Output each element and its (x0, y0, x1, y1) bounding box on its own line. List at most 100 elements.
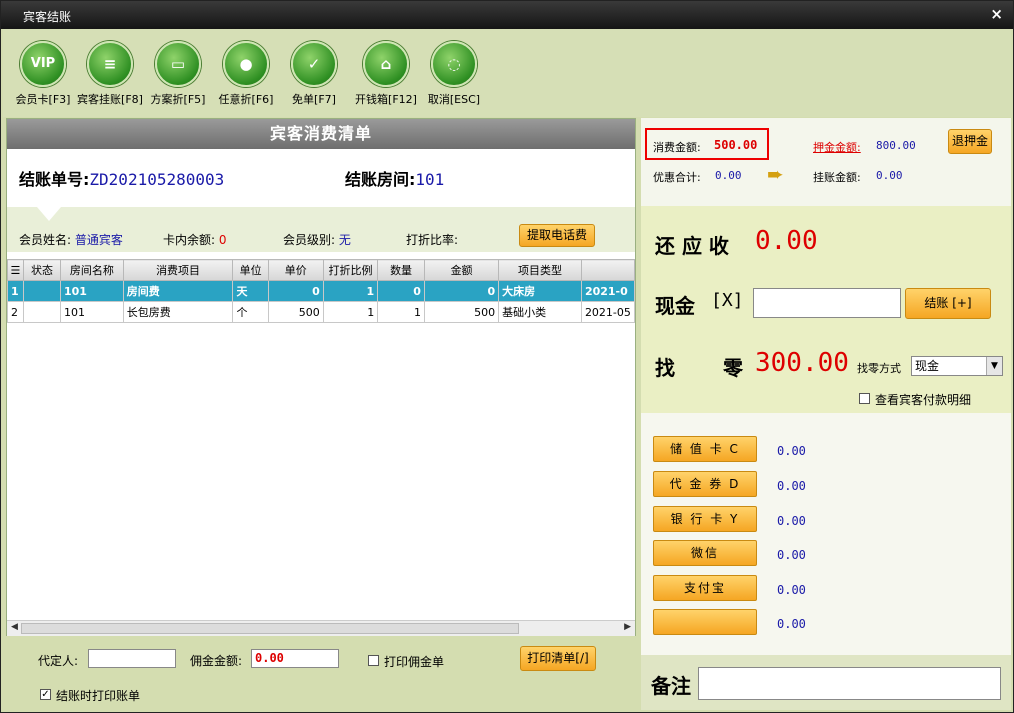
member-name-label: 会员姓名: (19, 233, 72, 247)
receivable-value: 0.00 (755, 226, 818, 256)
table-row[interactable]: 1 101 房间费 天 0 1 0 0 大床房 2021-0 (7, 280, 636, 302)
cash-drawer-icon: ⌂ (363, 41, 409, 87)
checkout-button[interactable]: 结账 [+] (905, 288, 991, 319)
member-name: 会员姓名: 普通宾客 (19, 231, 123, 248)
cash-input[interactable] (753, 288, 901, 318)
commission-input[interactable]: 0.00 (251, 649, 339, 668)
guest-ledger-icon: ≡ (87, 41, 133, 87)
row-selector-icon[interactable]: ☰ (7, 259, 24, 281)
checkout-room-value: 101 (415, 170, 445, 189)
settlement-panel: 消费金额: 500.00 押金金额: 800.00 退押金 优惠合计: 0.00… (641, 118, 1011, 710)
cancel-icon: ◌ (431, 41, 477, 87)
col-status[interactable]: 状态 (22, 259, 61, 281)
plan-discount-button[interactable]: ▭ 方案折[F5] (143, 41, 213, 107)
wechat-amount: 0.00 (777, 548, 806, 562)
cell-qty: 0 (377, 280, 425, 302)
ledger-amount-value: 0.00 (876, 169, 903, 182)
voucher-button[interactable]: 代 金 券 D (653, 471, 757, 497)
window-title: 宾客结账 (23, 10, 72, 24)
blank-payment-amount: 0.00 (777, 617, 806, 631)
scroll-right-icon[interactable]: ▶ (624, 622, 631, 632)
consumption-list-panel: 宾客消费清单 结账单号:ZD202105280003 结账房间:101 会员姓名… (6, 118, 636, 636)
member-info: 会员姓名: 普通宾客 卡内余额: 0 会员级别: 无 打折比率: 提取电话费 (7, 207, 635, 252)
guest-ledger-label: 宾客挂账[F8] (77, 93, 143, 106)
print-on-checkout-label: 结账时打印账单 (56, 689, 141, 703)
vip-card-button[interactable]: VIP 会员卡[F3] (8, 41, 78, 107)
col-amount[interactable]: 金额 (423, 259, 500, 281)
cash-drawer-label: 开钱箱[F12] (355, 93, 417, 106)
list-title: 宾客消费清单 (7, 119, 635, 149)
blank-payment-button[interactable] (653, 609, 757, 635)
change-value: 300.00 (755, 348, 849, 378)
cancel-label: 取消[ESC] (427, 93, 481, 106)
consume-amount-label: 消费金额: (653, 141, 701, 154)
bill-info-pointer (37, 207, 61, 221)
col-date[interactable] (580, 259, 636, 281)
cell-item: 房间费 (122, 280, 234, 302)
guest-ledger-button[interactable]: ≡ 宾客挂账[F8] (75, 41, 145, 107)
cell-room: 101 (59, 301, 124, 323)
remark-area: 备注 (641, 655, 1011, 710)
chevron-down-icon[interactable]: ▼ (986, 357, 1002, 375)
stored-value-card-button[interactable]: 储 值 卡 C (653, 436, 757, 462)
vip-card-label: 会员卡[F3] (15, 93, 71, 106)
any-discount-button[interactable]: ● 任意折[F6] (211, 41, 281, 107)
col-qty[interactable]: 数量 (377, 259, 425, 281)
free-bill-label: 免单[F7] (292, 93, 336, 106)
table-row[interactable]: 2 101 长包房费 个 500 1 1 500 基础小类 2021-05 (7, 301, 636, 323)
cell-item-type: 大床房 (498, 280, 582, 302)
print-on-checkout-checkbox[interactable]: ✓ (40, 689, 51, 700)
agent-input[interactable] (88, 649, 176, 668)
bank-card-button[interactable]: 银 行 卡 Y (653, 506, 757, 532)
vip-icon: VIP (20, 41, 66, 87)
col-price[interactable]: 单价 (267, 259, 324, 281)
cancel-button[interactable]: ◌ 取消[ESC] (419, 41, 489, 107)
card-balance-value: 0 (218, 233, 227, 247)
commission-label: 佣金金额: (190, 654, 243, 668)
consume-amount-value: 500.00 (714, 138, 758, 152)
ledger-amount-label: 挂账金额: (813, 171, 861, 184)
remark-input[interactable] (698, 667, 1001, 700)
col-item-type[interactable]: 项目类型 (498, 259, 582, 281)
alipay-button[interactable]: 支付宝 (653, 575, 757, 601)
phone-fee-button[interactable]: 提取电话费 (519, 224, 595, 247)
cell-amount: 0 (423, 280, 500, 302)
refund-deposit-button[interactable]: 退押金 (948, 129, 992, 154)
scroll-left-icon[interactable]: ◀ (11, 622, 18, 632)
bill-info: 结账单号:ZD202105280003 结账房间:101 (7, 149, 635, 207)
row-index: 1 (7, 280, 24, 302)
view-payment-detail-label: 查看宾客付款明细 (875, 393, 972, 407)
cell-item: 长包房费 (122, 301, 234, 323)
view-payment-detail-checkbox[interactable] (859, 393, 870, 404)
col-room-name[interactable]: 房间名称 (59, 259, 124, 281)
bill-no: 结账单号:ZD202105280003 (19, 166, 224, 190)
deposit-amount-label[interactable]: 押金金额: (813, 139, 861, 155)
stored-value-card-amount: 0.00 (777, 444, 806, 458)
free-bill-button[interactable]: ✓ 免单[F7] (279, 41, 349, 107)
col-unit[interactable]: 单位 (232, 259, 269, 281)
consumption-table[interactable]: ☰ 状态 房间名称 消费项目 单位 单价 打折比例 数量 金额 项目类型 1 1… (7, 259, 636, 324)
col-discount[interactable]: 打折比例 (322, 259, 379, 281)
cell-amount: 500 (423, 301, 500, 323)
col-item[interactable]: 消费项目 (122, 259, 234, 281)
scrollbar-thumb[interactable] (21, 623, 519, 634)
horizontal-scrollbar[interactable]: ◀ ▶ (7, 620, 635, 636)
cell-status (22, 301, 61, 323)
cell-date: 2021-05 (580, 301, 636, 323)
wechat-button[interactable]: 微信 (653, 540, 757, 566)
card-balance: 卡内余额: 0 (163, 231, 227, 248)
cell-discount: 1 (322, 280, 379, 302)
plan-discount-icon: ▭ (155, 41, 201, 87)
print-list-button[interactable]: 打印清单[/] (520, 646, 596, 671)
agent-label: 代定人: (38, 654, 79, 668)
amount-summary: 消费金额: 500.00 押金金额: 800.00 退押金 优惠合计: 0.00… (641, 118, 1011, 206)
cash-drawer-button[interactable]: ⌂ 开钱箱[F12] (351, 41, 421, 107)
discount-total-label: 优惠合计: (653, 171, 701, 184)
change-method-select[interactable]: 现金 ▼ (911, 356, 1003, 376)
close-icon[interactable]: × (990, 5, 1003, 23)
print-commission-checkbox[interactable] (368, 655, 379, 666)
cell-room: 101 (59, 280, 124, 302)
change-method-label: 找零方式 (857, 362, 901, 375)
checkout-room-label: 结账房间: (345, 170, 416, 189)
row-index: 2 (7, 301, 24, 323)
